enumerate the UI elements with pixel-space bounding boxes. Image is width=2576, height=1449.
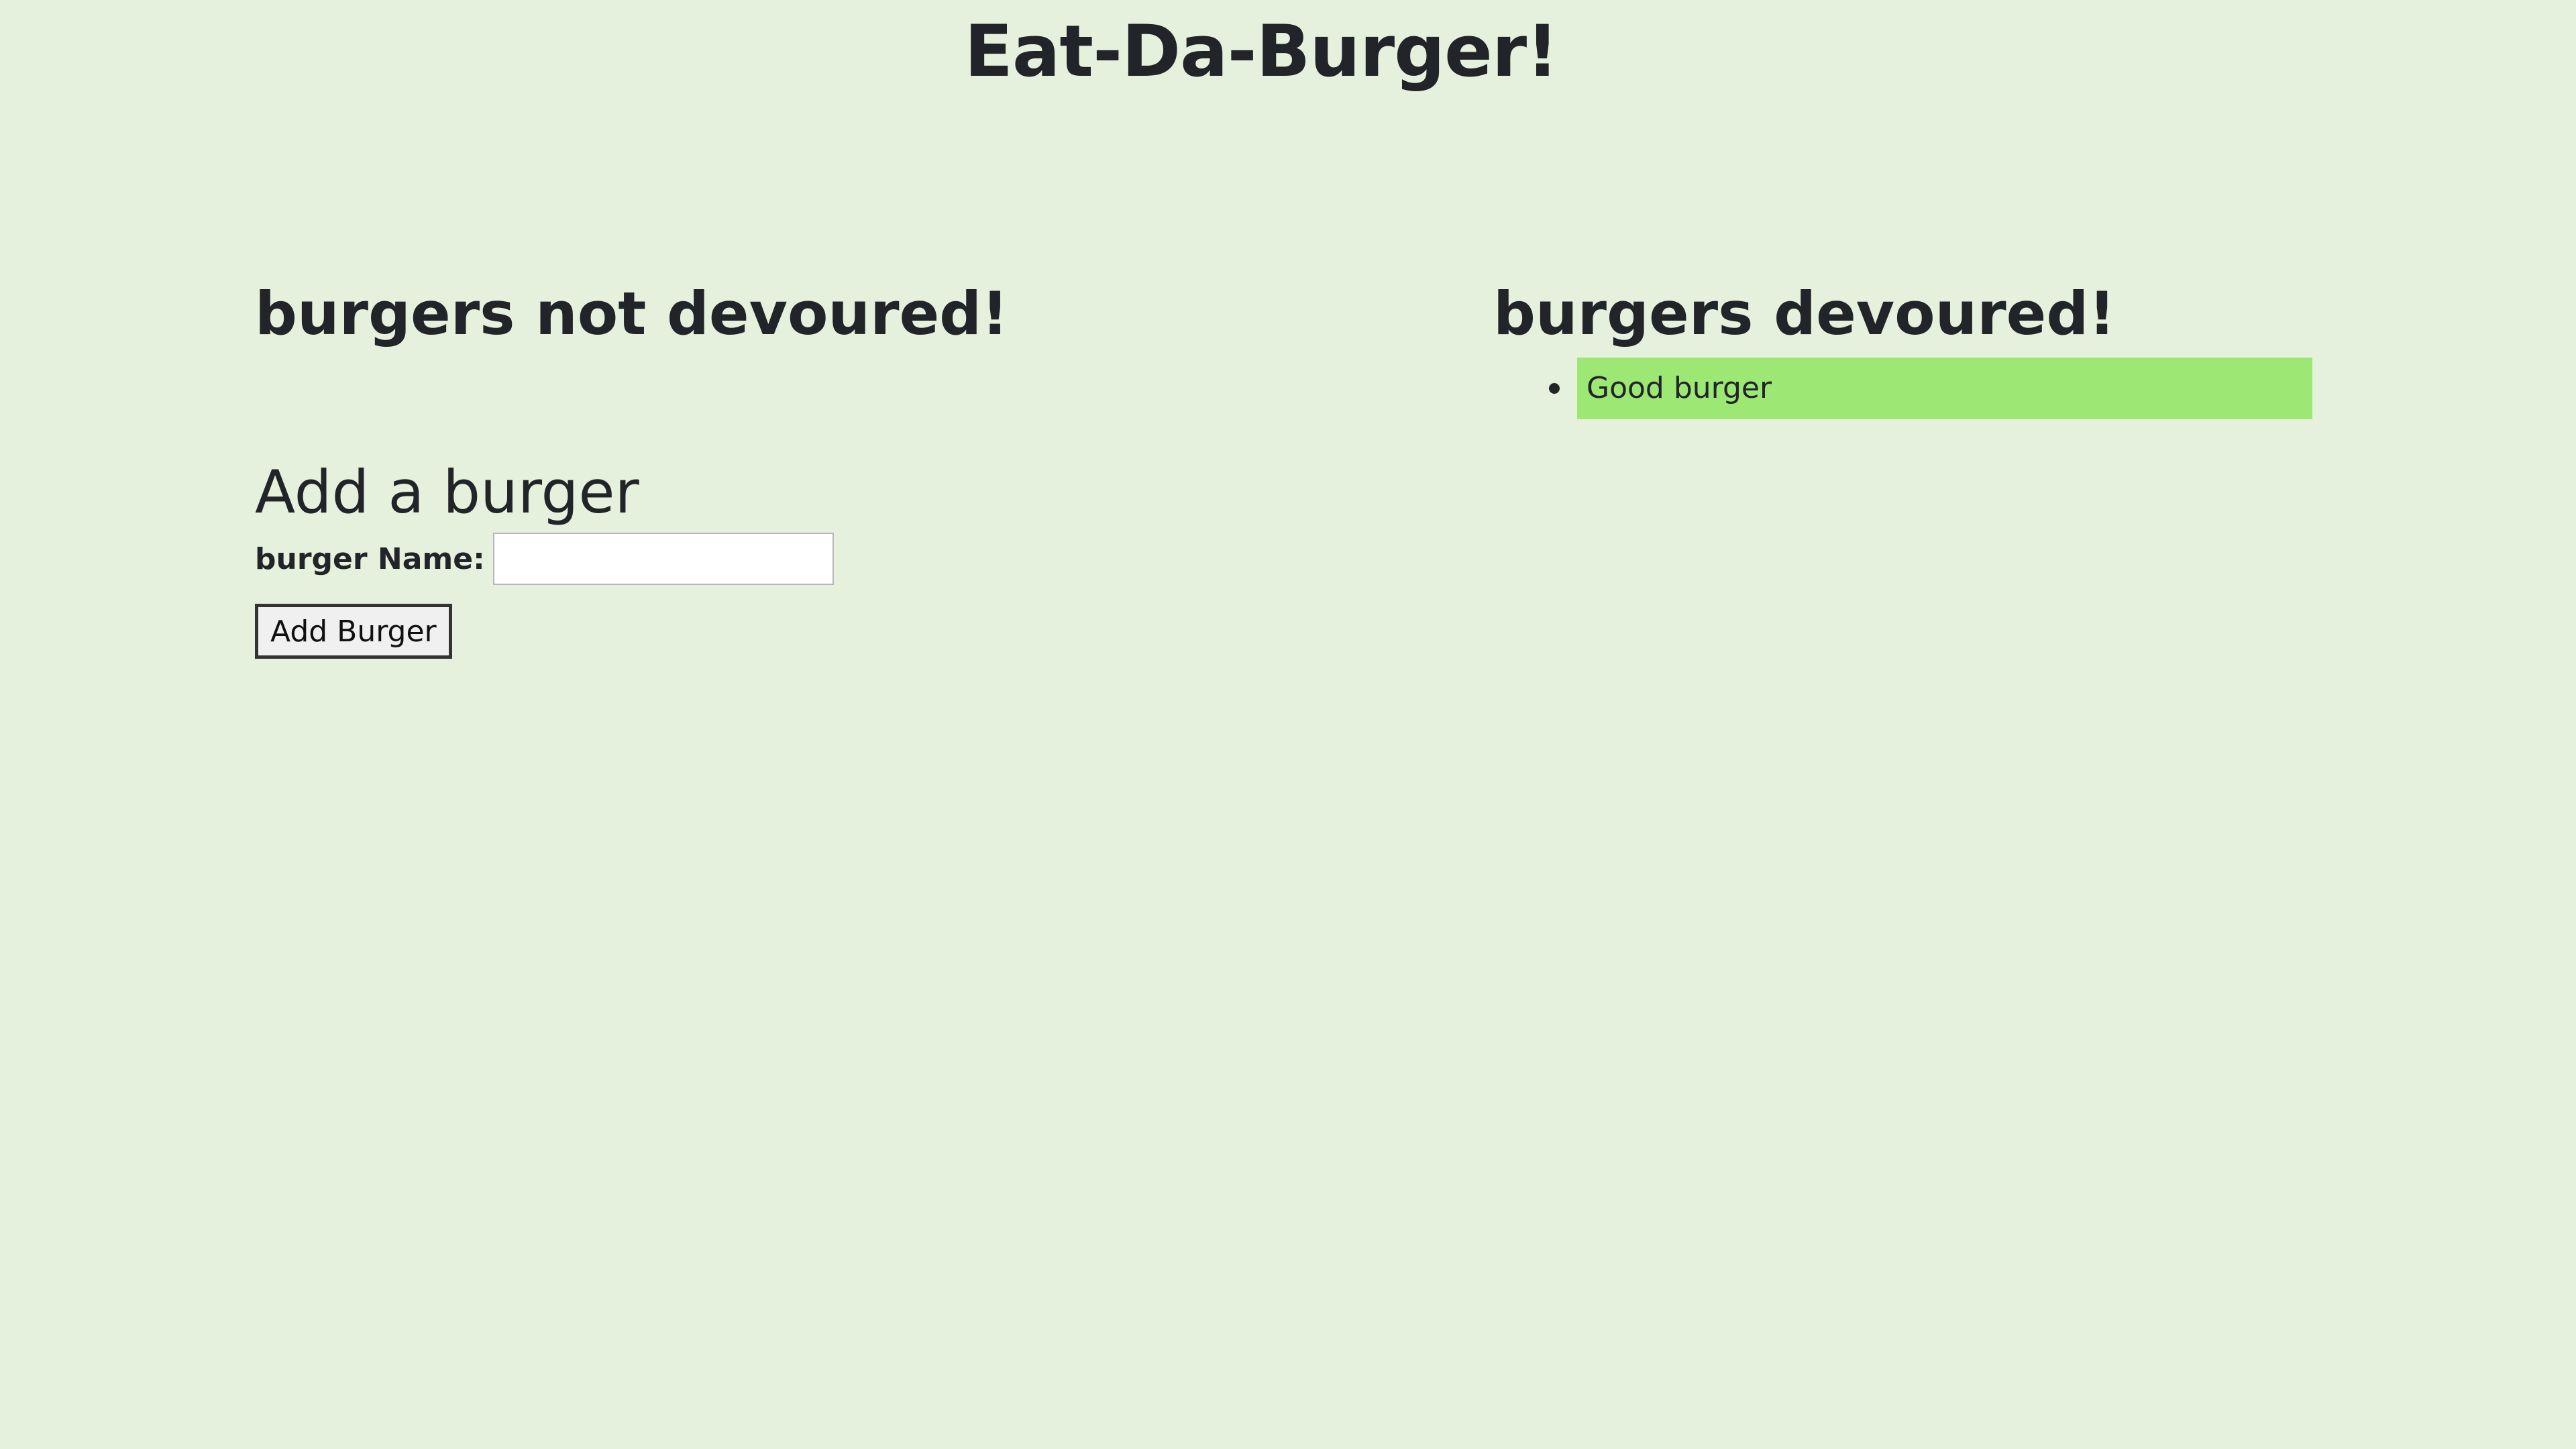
burger-name-input[interactable]: [492, 533, 834, 586]
devoured-heading: burgers devoured!: [1493, 279, 2116, 348]
add-burger-button[interactable]: Add Burger: [255, 604, 452, 659]
burger-name-form-row: burger Name:: [255, 533, 1261, 586]
burger-name-label: burger Name:: [255, 541, 485, 576]
page-title: Eat-Da-Burger!: [964, 10, 1558, 93]
not-devoured-heading: burgers not devoured!: [255, 279, 1009, 348]
devoured-list: Good burger: [1493, 357, 2365, 419]
devoured-list-item[interactable]: Good burger: [1549, 357, 2312, 419]
devoured-item-name: Good burger: [1587, 371, 1772, 406]
add-burger-heading: Add a burger: [255, 457, 639, 527]
bullet-icon: [1549, 382, 1560, 394]
devoured-column: burgers devoured! Good burger: [1493, 278, 2365, 419]
not-devoured-column: burgers not devoured! Add a burger burge…: [255, 278, 1261, 659]
